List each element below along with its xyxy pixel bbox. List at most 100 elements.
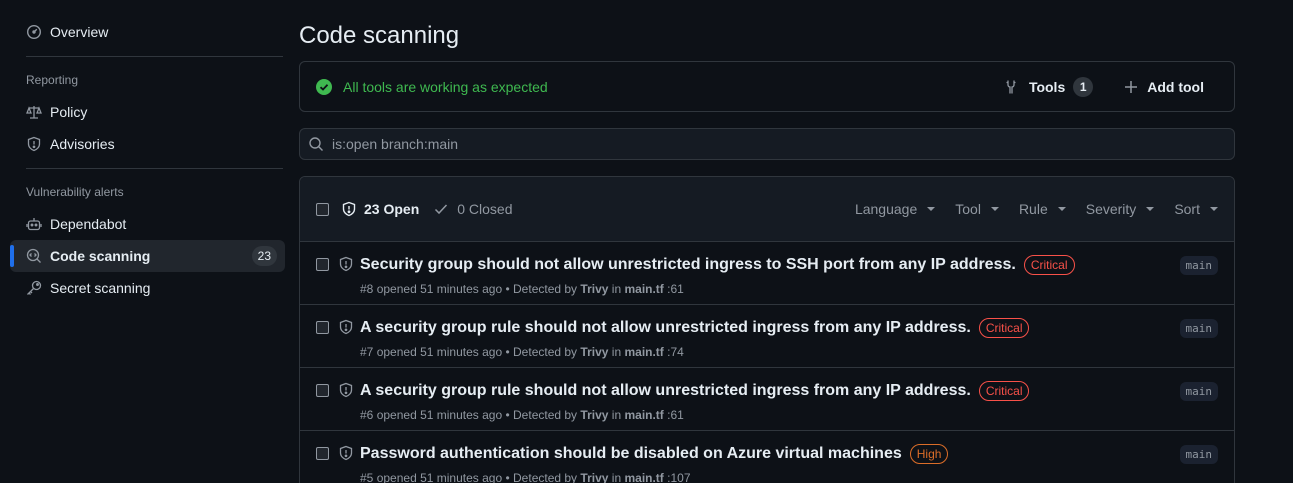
sidebar-item-label: Advisories xyxy=(50,136,115,152)
alert-detected-prefix: • Detected by xyxy=(505,345,578,359)
check-icon xyxy=(435,204,448,215)
alerts-list: 23 Open 0 Closed Language Tool Rule Seve… xyxy=(299,176,1235,483)
alert-file: main.tf xyxy=(624,282,664,296)
sidebar-item-label: Code scanning xyxy=(50,248,151,264)
sidebar-item-label: Secret scanning xyxy=(50,280,151,296)
sidebar-item-policy[interactable]: Policy xyxy=(10,96,285,128)
alert-title-link[interactable]: A security group rule should not allow u… xyxy=(360,319,971,337)
severity-badge: Critical xyxy=(1023,255,1075,275)
row-checkbox[interactable] xyxy=(316,258,329,271)
filter-label: Severity xyxy=(1085,201,1137,217)
alert-title-line: Security group should not allow unrestri… xyxy=(360,255,1075,275)
filter-dropdowns: Language Tool Rule Severity Sort xyxy=(835,201,1218,217)
sort-filter[interactable]: Sort xyxy=(1174,201,1218,217)
alert-tool: Trivy xyxy=(580,345,609,359)
sidebar-item-label: Overview xyxy=(50,24,109,40)
alert-detected-prefix: • Detected by xyxy=(505,408,578,422)
alert-in: in xyxy=(611,345,622,359)
filter-label: Tool xyxy=(955,201,981,217)
alert-tool: Trivy xyxy=(580,282,609,296)
caret-down-icon xyxy=(990,207,999,211)
row-checkbox[interactable] xyxy=(316,384,329,397)
alert-file: main.tf xyxy=(624,345,664,359)
severity-badge: Critical xyxy=(978,381,1030,401)
alert-file: main.tf xyxy=(624,471,664,483)
search-bar xyxy=(299,128,1235,160)
alert-meta: #8 opened 51 minutes ago • Detected by T… xyxy=(360,282,684,296)
shield-icon xyxy=(339,319,353,335)
alert-title-link[interactable]: A security group rule should not allow u… xyxy=(360,382,971,400)
alert-title-line: A security group rule should not allow u… xyxy=(360,318,1030,338)
severity-badge: Critical xyxy=(978,318,1030,338)
alert-opened: opened 51 minutes ago xyxy=(376,408,503,422)
alert-number: #8 xyxy=(360,282,374,296)
alert-opened: opened 51 minutes ago xyxy=(376,471,503,483)
alert-line: :107 xyxy=(667,471,691,483)
sidebar-divider xyxy=(26,56,283,57)
search-icon xyxy=(309,137,323,151)
security-sidebar: Overview Reporting Policy Advisories Vul… xyxy=(10,16,285,304)
alert-in: in xyxy=(611,408,622,422)
closed-filter-tab[interactable]: 0 Closed xyxy=(433,201,513,217)
row-checkbox[interactable] xyxy=(316,321,329,334)
alert-in: in xyxy=(611,471,622,483)
row-checkbox[interactable] xyxy=(316,447,329,460)
caret-down-icon xyxy=(1210,207,1218,211)
tools-button[interactable]: Tools 1 xyxy=(1003,76,1094,97)
select-all-checkbox[interactable] xyxy=(316,202,329,216)
sidebar-heading-reporting: Reporting xyxy=(26,73,79,87)
plus-icon xyxy=(1125,80,1138,93)
tool-status-box: All tools are working as expected Tools … xyxy=(299,61,1235,112)
status-text: All tools are working as expected xyxy=(343,78,548,95)
alert-detected-prefix: • Detected by xyxy=(505,282,578,296)
tool-filter[interactable]: Tool xyxy=(955,201,999,217)
sidebar-item-advisories[interactable]: Advisories xyxy=(10,128,285,160)
alert-row: Security group should not allow unrestri… xyxy=(300,242,1234,305)
sidebar-item-dependabot[interactable]: Dependabot xyxy=(10,208,285,240)
alert-line: :74 xyxy=(667,345,684,359)
open-count-label: 23 Open xyxy=(364,201,420,217)
open-filter-tab[interactable]: 23 Open xyxy=(341,201,419,217)
caret-down-icon xyxy=(1057,207,1066,211)
language-filter[interactable]: Language xyxy=(854,201,936,217)
alert-row: A security group rule should not allow u… xyxy=(300,305,1234,368)
severity-filter[interactable]: Severity xyxy=(1086,201,1155,217)
alert-title-link[interactable]: Security group should not allow unrestri… xyxy=(360,256,1016,274)
code-scanning-count-badge: 23 xyxy=(251,246,277,266)
caret-down-icon xyxy=(1146,207,1155,211)
search-input[interactable] xyxy=(332,136,1226,152)
alert-row: A security group rule should not allow u… xyxy=(300,368,1234,431)
alert-meta: #6 opened 51 minutes ago • Detected by T… xyxy=(360,408,684,422)
shield-icon xyxy=(342,201,356,217)
shield-icon xyxy=(26,136,42,152)
rule-filter[interactable]: Rule xyxy=(1019,201,1066,217)
alert-tool: Trivy xyxy=(580,408,609,422)
security-page: Overview Reporting Policy Advisories Vul… xyxy=(0,0,1293,483)
alert-line: :61 xyxy=(667,408,684,422)
shield-icon xyxy=(339,382,353,398)
branch-label: main xyxy=(1179,319,1218,338)
tools-count-badge: 1 xyxy=(1073,76,1094,97)
filter-label: Rule xyxy=(1018,201,1048,217)
filter-label: Language xyxy=(854,201,918,217)
sidebar-item-overview[interactable]: Overview xyxy=(10,16,285,48)
alert-in: in xyxy=(611,282,622,296)
alert-row: Password authentication should be disabl… xyxy=(300,431,1234,483)
alert-title-link[interactable]: Password authentication should be disabl… xyxy=(360,445,902,463)
alert-title-line: Password authentication should be disabl… xyxy=(360,444,949,464)
codescan-icon xyxy=(26,248,42,264)
alert-number: #5 xyxy=(360,471,374,483)
alert-meta: #7 opened 51 minutes ago • Detected by T… xyxy=(360,345,684,359)
key-icon xyxy=(26,280,42,296)
alert-title-line: A security group rule should not allow u… xyxy=(360,381,1030,401)
sidebar-item-code-scanning[interactable]: Code scanning 23 xyxy=(10,240,285,272)
sidebar-item-secret-scanning[interactable]: Secret scanning xyxy=(10,272,285,304)
branch-label: main xyxy=(1179,445,1218,464)
branch-label: main xyxy=(1179,256,1218,275)
add-tool-button[interactable]: Add tool xyxy=(1123,79,1204,95)
sidebar-item-label: Dependabot xyxy=(50,216,127,232)
alert-number: #6 xyxy=(360,408,374,422)
law-icon xyxy=(26,104,42,120)
alert-opened: opened 51 minutes ago xyxy=(376,282,503,296)
alert-number: #7 xyxy=(360,345,374,359)
